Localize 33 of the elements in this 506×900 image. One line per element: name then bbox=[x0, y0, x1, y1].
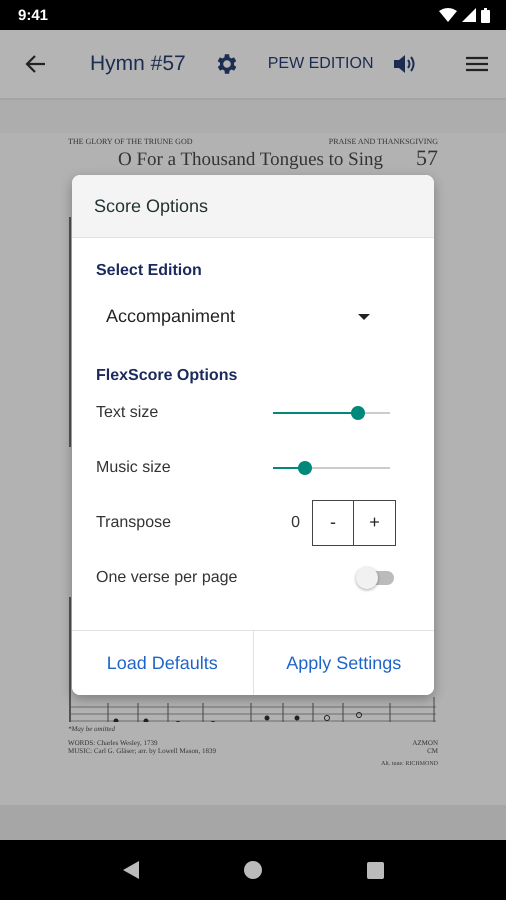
caret-icon bbox=[358, 314, 370, 320]
hymn-number: 57 bbox=[416, 146, 438, 170]
section-heading: Select Edition bbox=[96, 262, 203, 280]
hymn-title: Hymn #57 bbox=[90, 52, 186, 76]
nav-home-icon[interactable] bbox=[244, 861, 262, 879]
back-arrow-icon[interactable] bbox=[24, 54, 46, 74]
toggle-switch[interactable] bbox=[356, 566, 394, 588]
hymn-heading: O For a Thousand Tongues to Sing bbox=[118, 150, 384, 170]
option-label: One verse per page bbox=[96, 568, 238, 586]
section-heading: FlexScore Options bbox=[96, 367, 238, 385]
transpose-value: 0 bbox=[291, 514, 300, 532]
status-time: 9:41 bbox=[18, 6, 48, 24]
edition-dropdown[interactable]: Accompaniment bbox=[106, 306, 370, 327]
nav-back-icon[interactable] bbox=[122, 861, 138, 879]
minus-button[interactable]: - bbox=[312, 500, 354, 546]
nav-recents-icon[interactable] bbox=[366, 862, 384, 878]
menu-icon[interactable] bbox=[466, 56, 488, 72]
battery-icon bbox=[481, 8, 490, 22]
option-label: Transpose bbox=[96, 514, 171, 532]
speaker-icon[interactable] bbox=[392, 53, 418, 75]
plus-button[interactable]: + bbox=[354, 500, 396, 546]
section-heading: THE GLORY OF THE TRIUNE GOD bbox=[68, 137, 193, 146]
wifi-icon bbox=[439, 8, 457, 22]
option-label: Music size bbox=[96, 458, 171, 476]
apply-settings-button[interactable]: Apply Settings bbox=[252, 631, 434, 695]
signal-icon bbox=[462, 8, 476, 22]
dialog-title: Score Options bbox=[94, 196, 208, 216]
option-label: Text size bbox=[96, 404, 158, 422]
section-heading: PRAISE AND THANKSGIVING bbox=[328, 137, 438, 146]
edition-button[interactable]: PEW EDITION bbox=[268, 55, 374, 73]
slider[interactable] bbox=[273, 460, 390, 474]
slider[interactable] bbox=[273, 406, 390, 420]
load-defaults-button[interactable]: Load Defaults bbox=[72, 631, 252, 695]
